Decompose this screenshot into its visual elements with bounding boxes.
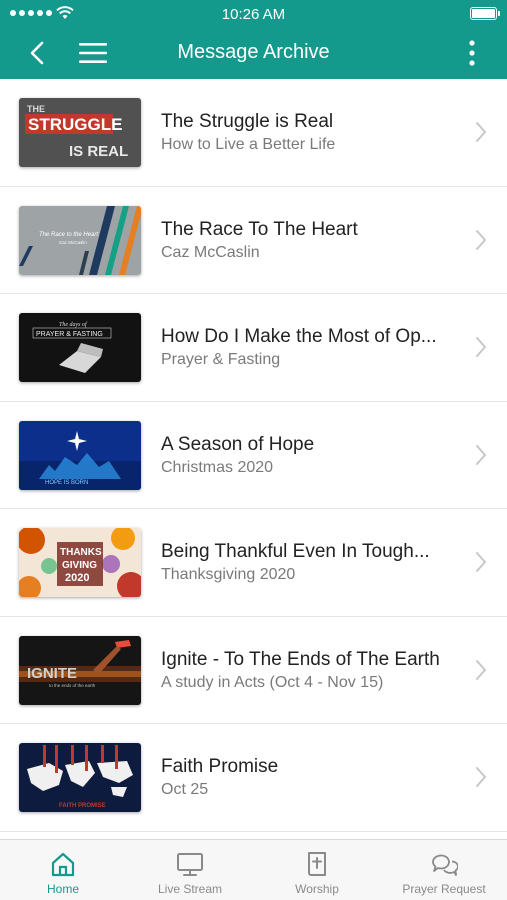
message-thumbnail: THE STRUGGLE IS REAL	[19, 98, 141, 167]
svg-text:The Race to the Heart: The Race to the Heart	[39, 232, 98, 238]
tab-live-stream[interactable]: Live Stream	[127, 840, 253, 900]
message-subtitle: Thanksgiving 2020	[161, 566, 296, 583]
message-thumbnail: IGNITE to the ends of the earth	[19, 635, 141, 705]
chevron-right-icon	[476, 122, 486, 142]
message-thumbnail: The days of PRAYER & FASTING	[19, 313, 141, 382]
svg-text:IGNITE: IGNITE	[27, 665, 77, 682]
svg-text:THE: THE	[27, 104, 45, 114]
svg-text:FAITH PROMISE: FAITH PROMISE	[59, 803, 106, 809]
svg-text:IS REAL: IS REAL	[69, 143, 128, 160]
battery-icon	[470, 7, 500, 20]
message-row[interactable]: THE STRUGGLE IS REAL The Struggle is Rea…	[0, 79, 507, 187]
message-title: Being Thankful Even In Tough...	[161, 541, 430, 562]
message-title: The Struggle is Real	[161, 111, 334, 132]
page-title: Message Archive	[177, 41, 330, 63]
svg-text:STRUGGLE: STRUGGLE	[28, 115, 122, 134]
tab-worship[interactable]: Worship	[254, 840, 380, 900]
home-icon	[51, 852, 75, 877]
message-thumbnail: THANKS GIVING 2020	[19, 528, 141, 597]
message-title: The Race To The Heart	[161, 218, 358, 240]
tab-label: Prayer Request	[402, 882, 486, 896]
message-row[interactable]: The Race to the Heart Caz McCaslin The R…	[0, 187, 507, 294]
svg-text:Caz McCaslin: Caz McCaslin	[59, 240, 87, 245]
svg-text:The days of: The days of	[59, 321, 88, 328]
chevron-right-icon	[476, 552, 486, 572]
tab-label: Worship	[295, 882, 339, 896]
message-row[interactable]: HOPE IS BORN A Season of Hope Christmas …	[0, 402, 507, 509]
message-subtitle: How to Live a Better Life	[161, 136, 336, 153]
message-title: Faith Promise	[161, 756, 279, 777]
message-thumbnail: The Race to the Heart Caz McCaslin	[19, 205, 141, 275]
message-subtitle: Christmas 2020	[161, 458, 274, 476]
message-list: THE STRUGGLE IS REAL The Struggle is Rea…	[0, 79, 507, 839]
tab-label: Home	[46, 882, 79, 896]
message-row[interactable]: FAITH PROMISE Faith Promise Oct 25	[0, 724, 507, 832]
message-subtitle: Caz McCaslin	[161, 243, 260, 261]
message-thumbnail: HOPE IS BORN	[19, 420, 141, 490]
message-row[interactable]: IGNITE to the ends of the earth Ignite -…	[0, 617, 507, 724]
message-row[interactable]: THANKS GIVING 2020 Being Thankful Even I…	[0, 509, 507, 617]
svg-text:to the ends of the earth: to the ends of the earth	[49, 683, 96, 688]
svg-text:HOPE IS BORN: HOPE IS BORN	[45, 480, 88, 486]
message-title: How Do I Make the Most of Op...	[161, 326, 437, 347]
message-subtitle: A study in Acts (Oct 4 - Nov 15)	[161, 673, 384, 691]
tab-bar: Home Live Stream Worship Prayer Request	[0, 839, 507, 900]
chevron-right-icon	[476, 337, 486, 357]
nav-bar: Message Archive	[0, 28, 507, 79]
tab-prayer-request[interactable]: Prayer Request	[381, 840, 507, 900]
svg-text:THANKS: THANKS	[60, 547, 102, 558]
tab-label: Live Stream	[157, 882, 223, 896]
svg-text:PRAYER & FASTING: PRAYER & FASTING	[36, 331, 103, 338]
chevron-right-icon	[476, 229, 486, 250]
message-title: A Season of Hope	[161, 433, 315, 455]
message-subtitle: Prayer & Fasting	[161, 351, 281, 368]
message-subtitle: Oct 25	[161, 781, 209, 798]
chevron-right-icon	[476, 659, 486, 680]
chevron-right-icon	[476, 444, 486, 465]
message-row[interactable]: The days of PRAYER & FASTING How Do I Ma…	[0, 294, 507, 402]
bible-icon	[308, 852, 326, 876]
status-bar: 10:26 AM	[0, 0, 507, 28]
status-time: 10:26 AM	[221, 6, 286, 23]
tv-icon	[177, 853, 203, 876]
chat-bubbles-icon	[432, 854, 458, 876]
svg-text:2020: 2020	[65, 572, 89, 584]
chevron-right-icon	[476, 767, 486, 787]
svg-text:GIVING: GIVING	[62, 560, 97, 571]
message-title: Ignite - To The Ends of The Earth	[161, 648, 440, 670]
tab-home[interactable]: Home	[0, 840, 126, 900]
more-options-icon[interactable]	[467, 39, 477, 67]
message-thumbnail: FAITH PROMISE	[19, 743, 141, 812]
